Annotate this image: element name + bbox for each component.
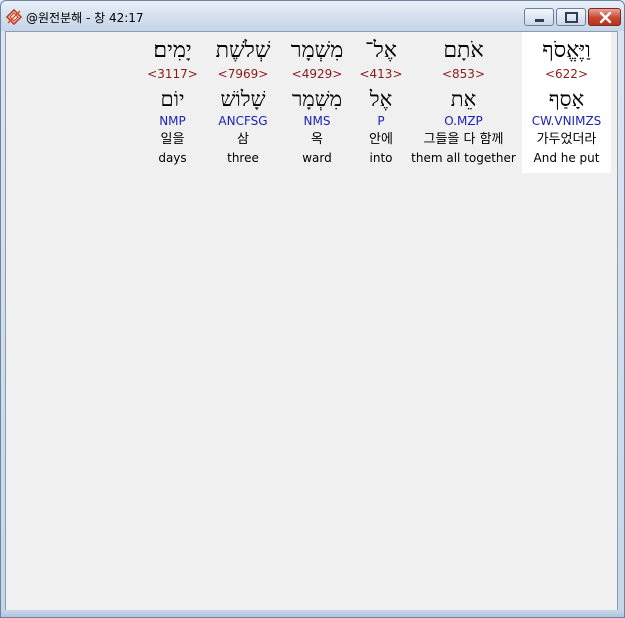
hebrew-word: שְׁלֹשֶׁת (215, 38, 271, 63)
korean-gloss: 삼 (237, 132, 249, 147)
hebrew-lemma: אֵת (450, 87, 477, 111)
app-window: @원전분해 - 창 42:17 יָמִים׃ <3117> יוֹם NMP … (0, 0, 625, 618)
word-column-selected[interactable]: וַיֶּאֱסֹף <622> אָסַף CW.VNIMZS 가두었더라 A… (522, 32, 611, 173)
hebrew-word: יָמִים׃ (153, 38, 192, 63)
hebrew-lemma: מִשְׁמָר (291, 87, 343, 111)
korean-gloss: 그들을 다 함께 (423, 132, 504, 147)
morphology-code: P (377, 114, 385, 128)
strong-number[interactable]: <4929> (281, 67, 353, 81)
word-column[interactable]: יָמִים׃ <3117> יוֹם NMP 일을 days (138, 32, 207, 173)
morphology-code: O.MZP (444, 114, 483, 128)
close-icon (599, 11, 612, 24)
strong-number[interactable]: <413> (354, 67, 408, 81)
title-bar[interactable]: @원전분해 - 창 42:17 (1, 1, 624, 31)
korean-gloss: 안에 (369, 132, 393, 147)
english-gloss: them all together (411, 151, 516, 165)
morphology-code: NMS (303, 114, 331, 128)
morphology-code: NMP (159, 114, 186, 128)
minimize-icon (535, 19, 544, 22)
minimize-button[interactable] (524, 8, 554, 26)
maximize-icon (565, 12, 578, 23)
hebrew-word: אֶל־ (365, 38, 397, 63)
app-icon (5, 8, 23, 26)
hebrew-lemma: אָסַף (548, 87, 585, 111)
korean-gloss: 가두었더라 (536, 132, 597, 147)
hebrew-lemma: יוֹם (160, 87, 185, 111)
hebrew-lemma: אֶל (369, 87, 393, 111)
strong-number[interactable]: <3117> (138, 67, 207, 81)
morphology-code: CW.VNIMZS (531, 114, 602, 128)
window-frame-bottom (1, 610, 624, 617)
english-gloss: into (369, 151, 393, 165)
word-column[interactable]: אֹתָם <853> אֵת O.MZP 그들을 다 함께 them all … (410, 32, 517, 173)
korean-gloss: 일을 (160, 132, 185, 147)
interlinear-panel[interactable]: יָמִים׃ <3117> יוֹם NMP 일을 days שְׁלֹשֶׁ… (5, 31, 618, 611)
hebrew-word: אֹתָם (443, 38, 484, 63)
english-gloss: three (227, 151, 259, 165)
hebrew-lemma: שָׁלוֹשׁ (220, 87, 266, 111)
window-title: @원전분해 - 창 42:17 (26, 11, 144, 25)
korean-gloss: 옥 (311, 132, 323, 147)
word-column[interactable]: אֶל־ <413> אֶל P 안에 into (354, 32, 408, 173)
close-button[interactable] (588, 8, 621, 26)
word-column[interactable]: מִשְׁמָר <4929> מִשְׁמָר NMS 옥 ward (281, 32, 353, 173)
maximize-button[interactable] (556, 8, 586, 26)
strong-number[interactable]: <853> (410, 67, 517, 81)
english-gloss: And he put (533, 151, 600, 165)
strong-number[interactable]: <7969> (207, 67, 279, 81)
hebrew-word: וַיֶּאֱסֹף (542, 38, 591, 63)
morphology-code: ANCFSG (218, 114, 268, 128)
strong-number[interactable]: <622> (522, 67, 611, 81)
english-gloss: ward (302, 151, 332, 165)
english-gloss: days (158, 151, 187, 165)
word-column[interactable]: שְׁלֹשֶׁת <7969> שָׁלוֹשׁ ANCFSG 삼 three (207, 32, 279, 173)
hebrew-word: מִשְׁמָר (290, 38, 344, 63)
